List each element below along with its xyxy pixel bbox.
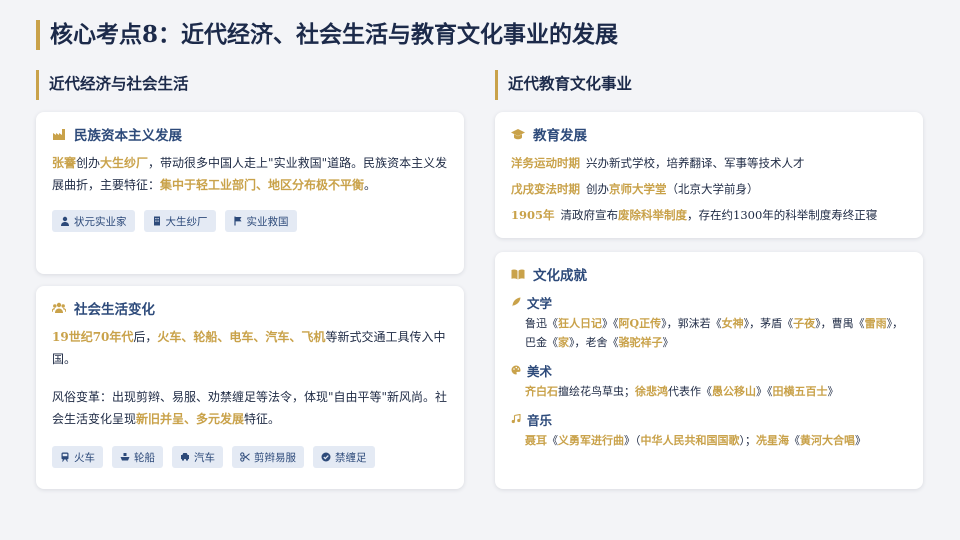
users-icon xyxy=(52,302,66,313)
tag-industry: 实业救国 xyxy=(224,210,297,232)
education-card-title: 教育发展 xyxy=(511,124,907,144)
tag-train: 火车 xyxy=(52,446,103,468)
tag-entrepreneur: 状元实业家 xyxy=(52,210,135,232)
literature-text: 鲁迅《狂人日记》《阿Q正传》，郭沫若《女神》，茅盾《子夜》，曹禺《雷雨》，巴金《… xyxy=(525,317,904,349)
section-heading-education: 近代教育文化事业 xyxy=(495,70,923,100)
building-icon xyxy=(153,216,160,226)
check-circle-icon xyxy=(321,452,331,462)
car-icon xyxy=(181,453,189,461)
train-icon xyxy=(61,452,69,462)
tag-factory: 大生纱厂 xyxy=(143,210,216,232)
music-note-icon xyxy=(511,414,521,424)
tag-ship: 轮船 xyxy=(112,446,163,468)
tag-footbinding: 禁缠足 xyxy=(313,446,375,468)
page-title: 核心考点8：近代经济、社会生活与教育文化事业的发展 xyxy=(36,20,618,50)
left-column: 近代经济与社会生活 民族资本主义发展 张謇创办大生纱厂，带动很多中国人走上"实业… xyxy=(36,70,464,489)
art-heading: 美术 xyxy=(511,362,907,379)
education-card: 教育发展 洋务运动时期 兴办新式学校，培养翻译、军事等技术人才 戊戌变法时期 创办京… xyxy=(495,112,923,238)
social-card-title: 社会生活变化 xyxy=(52,298,448,318)
social-custom-text: 风俗变革：出现剪辫、易服、劝禁缠足等法令，体现"自由平等"新风尚。社会生活变化呈… xyxy=(52,390,448,426)
feather-icon xyxy=(512,297,521,307)
literature-heading: 文学 xyxy=(511,294,907,311)
music-heading: 音乐 xyxy=(511,411,907,428)
graduation-cap-icon xyxy=(511,129,525,140)
factory-icon xyxy=(53,129,65,140)
culture-card-title: 文化成就 xyxy=(511,264,907,284)
capitalism-card: 民族资本主义发展 张謇创办大生纱厂，带动很多中国人走上"实业救国"道路。民族资本… xyxy=(36,112,464,274)
education-row-yangwu: 洋务运动时期 兴办新式学校，培养翻译、军事等技术人才 xyxy=(511,156,805,170)
culture-card: 文化成就 文学 鲁迅《狂人日记》《阿Q正传》，郭沫若《女神》，茅盾《子夜》，曹禺… xyxy=(495,252,923,489)
section-heading-economy: 近代经济与社会生活 xyxy=(36,70,464,100)
capitalism-tags: 状元实业家 大生纱厂 实业救国 xyxy=(52,210,448,232)
flag-icon xyxy=(233,216,241,226)
art-text: 齐白石擅绘花鸟草虫；徐悲鸿代表作《愚公移山》《田横五百士》 xyxy=(525,385,839,398)
music-text: 聂耳《义勇军进行曲》（中华人民共和国国歌）；冼星海《黄河大合唱》 xyxy=(525,434,866,447)
palette-icon xyxy=(511,365,521,375)
capitalism-text: 张謇创办大生纱厂，带动很多中国人走上"实业救国"道路。民族资本主义发展曲折，主要… xyxy=(52,156,448,192)
social-card: 社会生活变化 19世纪70年代后，火车、轮船、电车、汽车、飞机等新式交通工具传入… xyxy=(36,286,464,489)
tag-haircut: 剪辫易服 xyxy=(232,446,304,468)
education-row-wuxu: 戊戌变法时期 创办京师大学堂（北京大学前身） xyxy=(511,182,759,196)
social-tags: 火车 轮船 汽车 剪辫易服 禁缠足 xyxy=(52,446,448,468)
tag-car: 汽车 xyxy=(172,446,223,468)
user-icon xyxy=(61,216,69,226)
book-open-icon xyxy=(511,269,525,280)
right-column: 近代教育文化事业 教育发展 洋务运动时期 兴办新式学校，培养翻译、军事等技术人才 … xyxy=(495,70,923,489)
scissors-icon xyxy=(240,452,250,462)
education-row-1905: 1905年 清政府宣布废除科举制度，存在约1300年的科举制度寿终正寝 xyxy=(511,208,878,222)
social-transport-text: 19世纪70年代后，火车、轮船、电车、汽车、飞机等新式交通工具传入中国。 xyxy=(52,330,446,366)
capitalism-card-title: 民族资本主义发展 xyxy=(52,124,448,144)
ship-icon xyxy=(120,453,130,461)
